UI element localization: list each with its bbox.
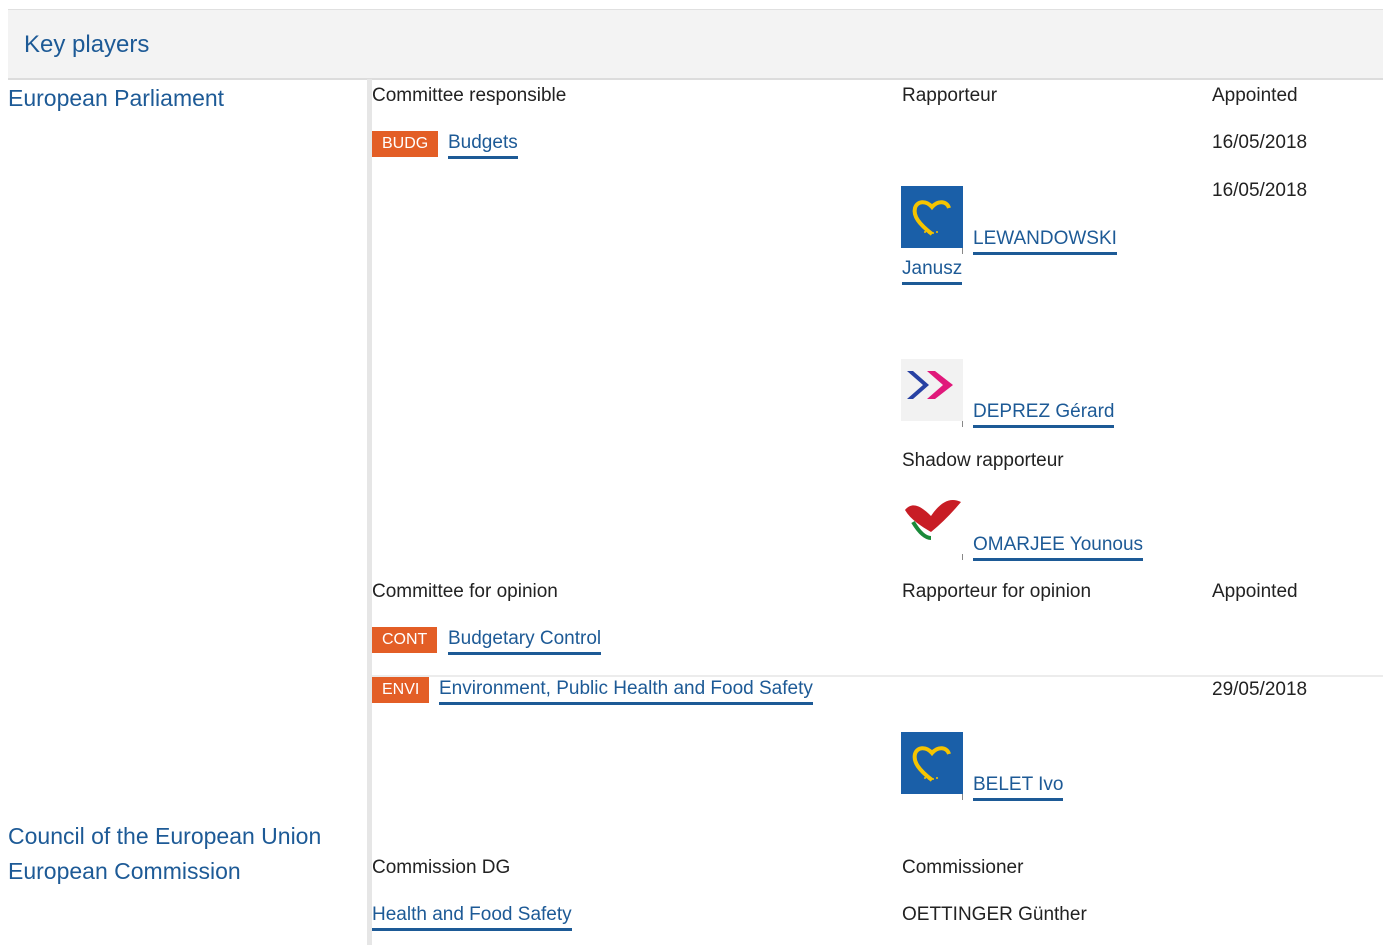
shadow-rapporteur-link-omarjee[interactable]: OMARJEE Younous [973, 533, 1144, 561]
committee-badge-budg: BUDG [372, 131, 439, 157]
appointed-opinion-heading: Appointed [1212, 581, 1298, 602]
institution-council[interactable]: Council of the European Union [8, 823, 321, 850]
commissioner-heading: Commissioner [902, 857, 1024, 878]
shadow-rapporteur-heading: Shadow rapporteur [902, 450, 1064, 471]
commission-dg-heading: Commission DG [372, 857, 511, 878]
section-title: Key players [24, 31, 150, 58]
alde-group-icon [901, 359, 963, 421]
key-players-header: Key players [8, 9, 1383, 80]
committee-responsible-heading: Committee responsible [372, 85, 567, 106]
institution-commission[interactable]: European Commission [8, 858, 241, 885]
envi-appointed-date: 29/05/2018 [1212, 679, 1308, 700]
tick-mark [962, 554, 963, 560]
committee-badge-envi: ENVI [372, 677, 430, 703]
rapporteur-link-lewandowski-firstname[interactable]: Janusz [902, 257, 963, 285]
appointed-heading: Appointed [1212, 85, 1298, 106]
commissioner-name: OETTINGER Günther [902, 904, 1087, 925]
rapporteur-link-lewandowski-surname[interactable]: LEWANDOWSKI [973, 227, 1117, 255]
institution-european-parliament[interactable]: European Parliament [8, 85, 224, 112]
tick-mark [962, 248, 963, 254]
rapporteur-opinion-link-belet[interactable]: BELET Ivo [973, 773, 1064, 801]
epp-group-icon [901, 732, 963, 794]
commission-dg-link[interactable]: Health and Food Safety [372, 903, 572, 931]
rapporteur-link-deprez[interactable]: DEPREZ Gérard [973, 400, 1115, 428]
committee-link-budgets[interactable]: Budgets [448, 131, 518, 159]
rapporteur-heading: Rapporteur [902, 85, 998, 106]
committee-opinion-heading: Committee for opinion [372, 581, 558, 602]
committee-link-envi[interactable]: Environment, Public Health and Food Safe… [439, 677, 813, 705]
committee-badge-cont: CONT [372, 627, 438, 653]
committee-link-budgetary-control[interactable]: Budgetary Control [448, 627, 602, 655]
tick-mark [962, 794, 963, 800]
epp-group-icon [901, 186, 963, 248]
tick-mark [962, 421, 963, 427]
gue-group-icon [901, 492, 963, 554]
rapporteur-appointed-date: 16/05/2018 [1212, 180, 1308, 201]
column-divider [367, 79, 372, 945]
committee-appointed-date: 16/05/2018 [1212, 132, 1308, 153]
rapporteur-opinion-heading: Rapporteur for opinion [902, 581, 1092, 602]
